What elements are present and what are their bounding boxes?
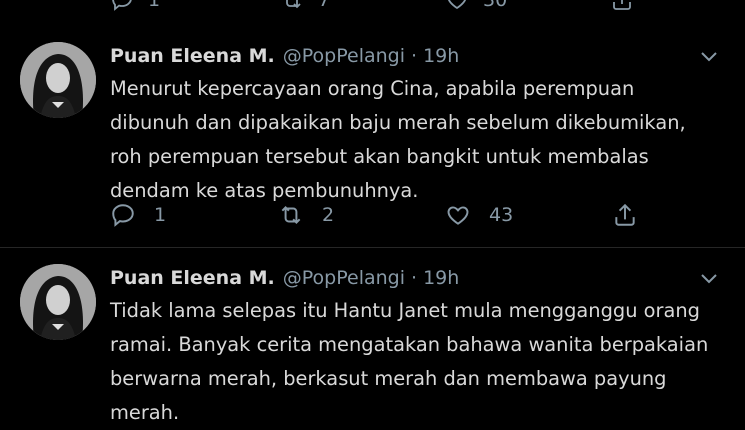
tweet-text-line: dibunuh dan dipakaikan baju merah sebelu… — [110, 111, 686, 134]
share-icon — [613, 0, 631, 10]
profile-photo-icon — [20, 264, 96, 340]
tweet-text-line: Menurut kepercayaan orang Cina, apabila … — [110, 77, 635, 100]
heart-icon — [448, 0, 466, 10]
share-icon — [615, 203, 635, 226]
display-name[interactable]: Puan Eleena M. — [110, 45, 275, 67]
prev-retweet-count: 7 — [318, 0, 331, 11]
tweet-text-line: ramai. Banyak cerita mengatakan bahawa w… — [110, 333, 709, 356]
reply-count: 1 — [154, 204, 167, 226]
profile-photo-icon — [20, 42, 96, 118]
tweet-header: Puan Eleena M. @PopPelangi · 19h — [110, 42, 459, 70]
like-count: 43 — [489, 204, 514, 226]
separator-dot: · — [411, 267, 418, 289]
display-name[interactable]: Puan Eleena M. — [110, 267, 275, 289]
avatar[interactable] — [20, 264, 96, 340]
tweet[interactable]: Puan Eleena M. @PopPelangi · 19h Tidak l… — [0, 264, 745, 424]
previous-tweet-actions: 1 7 30 — [0, 0, 745, 12]
tweet-text-line: berwarna merah, berkasut merah dan memba… — [110, 367, 667, 390]
tweet-actions: 1 2 43 — [110, 202, 670, 238]
chevron-down-icon[interactable] — [697, 270, 721, 288]
timestamp[interactable]: 19h — [423, 45, 459, 67]
prev-like-count: 30 — [483, 0, 508, 11]
retweet-icon — [286, 0, 301, 9]
retweet-count: 2 — [322, 204, 335, 226]
retweet-icon — [281, 206, 301, 224]
user-handle[interactable]: @PopPelangi — [283, 267, 405, 289]
tweet-text: Menurut kepercayaan orang Cina, apabila … — [110, 72, 725, 208]
chevron-down-icon[interactable] — [697, 48, 721, 66]
reply-icon — [112, 204, 134, 227]
prev-share-button[interactable] — [610, 0, 634, 12]
tweet[interactable]: Puan Eleena M. @PopPelangi · 19h Menurut… — [0, 42, 745, 247]
separator-dot: · — [411, 45, 418, 67]
share-button[interactable] — [612, 202, 638, 228]
prev-reply-count: 1 — [148, 0, 161, 11]
prev-like-button[interactable]: 30 — [445, 0, 507, 12]
retweet-button[interactable]: 2 — [278, 202, 334, 228]
heart-icon — [447, 206, 469, 225]
reply-icon — [112, 0, 132, 11]
timestamp[interactable]: 19h — [423, 267, 459, 289]
user-handle[interactable]: @PopPelangi — [283, 45, 405, 67]
prev-retweet-button[interactable]: 7 — [280, 0, 330, 12]
prev-reply-button[interactable]: 1 — [110, 0, 160, 12]
tweet-text: Tidak lama selepas itu Hantu Janet mula … — [110, 294, 725, 430]
tweet-text-line: Tidak lama selepas itu Hantu Janet mula … — [110, 299, 700, 322]
tweet-text-line: roh perempuan tersebut akan bangkit untu… — [110, 145, 649, 168]
reply-button[interactable]: 1 — [110, 202, 166, 228]
divider — [0, 247, 745, 248]
tweet-text-line: merah. — [110, 401, 180, 424]
avatar[interactable] — [20, 42, 96, 118]
like-button[interactable]: 43 — [445, 202, 513, 228]
tweet-header: Puan Eleena M. @PopPelangi · 19h — [110, 264, 459, 292]
